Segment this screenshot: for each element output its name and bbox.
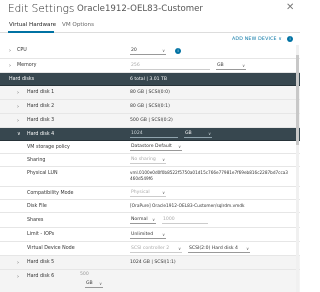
shares-label: Shares	[27, 218, 44, 223]
chevron-right-icon[interactable]: ›	[9, 48, 11, 54]
compatibility-label: Compatibility Mode	[27, 191, 74, 196]
memory-label: Memory	[17, 63, 37, 68]
hard-disk-4-size-input[interactable]: 1024	[130, 130, 178, 138]
cpu-label: CPU	[17, 48, 27, 53]
chevron-right-icon[interactable]: ›	[17, 104, 19, 110]
disk-file-row: Disk File [OraPure] Oracle1912-OEL83-Cus…	[0, 200, 300, 213]
chevron-right-icon[interactable]: ›	[17, 274, 19, 280]
scrollbar[interactable]	[296, 45, 299, 292]
hard-disk-4-unit-select[interactable]: GB ∨	[184, 130, 212, 138]
info-icon[interactable]: i	[287, 36, 293, 42]
compatibility-select[interactable]: Physical ∨	[130, 189, 166, 197]
memory-row: › Memory 256 GB ∨	[0, 59, 300, 73]
hard-disks-summary-row: Hard disks 6 total | 3.01 TB	[0, 73, 300, 86]
add-new-device-button[interactable]: ADD NEW DEVICE ∨	[232, 37, 282, 42]
chevron-down-icon[interactable]: ∨	[17, 131, 21, 137]
physical-lun-row: Physical LUN vml.0100e0d0f0b8522f5750a01…	[0, 167, 300, 187]
cpu-select[interactable]: 20 ∨	[130, 47, 166, 55]
physical-lun-label: Physical LUN	[27, 171, 58, 176]
virtual-device-node-row: Virtual Device Node SCSI controller 2 ∨ S…	[0, 242, 300, 256]
close-icon[interactable]: ✕	[286, 2, 294, 13]
storage-policy-select[interactable]: Datastore Default ∨	[130, 143, 182, 151]
hard-disk-6-row[interactable]: › Hard disk 6 500 GB ∨	[0, 270, 300, 292]
chevron-right-icon[interactable]: ›	[17, 90, 19, 96]
hard-disk-summary: 1024 GB | SCSI(1:1)	[130, 260, 176, 265]
virtual-device-node-label: Virtual Device Node	[27, 246, 75, 251]
disk-file-label: Disk File	[27, 204, 47, 209]
hard-disk-6-size[interactable]: 500	[80, 272, 89, 277]
shares-row: Shares Normal ∨ 1000	[0, 213, 300, 228]
disk-file-value: [OraPure] Oracle1912-OEL83-Customer/sqlr…	[130, 204, 245, 209]
cpu-row: › CPU 20 ∨ i	[0, 44, 300, 59]
info-icon[interactable]: i	[175, 48, 181, 54]
shares-select[interactable]: Normal ∨	[130, 216, 156, 224]
shares-number-input[interactable]: 1000	[162, 216, 208, 224]
hard-disk-4-row[interactable]: ∨ Hard disk 4 1024 GB ∨	[0, 128, 300, 141]
tab-bar: Virtual Hardware VM Options	[0, 19, 300, 33]
hard-disk-6-unit-select[interactable]: GB ∨	[85, 280, 103, 288]
tab-virtual-hardware[interactable]: Virtual Hardware	[9, 22, 56, 28]
storage-policy-row: VM storage policy Datastore Default ∨	[0, 141, 300, 154]
chevron-right-icon[interactable]: ›	[17, 118, 19, 124]
hard-disk-label: Hard disk 1	[27, 90, 55, 95]
hard-disk-label: Hard disk 4	[27, 132, 55, 137]
device-slot-select[interactable]: SCSI(2:0) Hard disk 4 ∨	[188, 245, 250, 253]
chevron-down-icon: ∨	[278, 37, 283, 42]
active-tab-indicator	[8, 31, 54, 33]
hard-disk-2-row[interactable]: › Hard disk 2 80 GB | SCSI(0:1)	[0, 100, 300, 114]
sharing-row: Sharing No sharing ∨	[0, 154, 300, 167]
dialog-header: Edit Settings Oracle1912-OEL83-Customer …	[0, 0, 300, 19]
scrollbar-thumb[interactable]	[296, 55, 299, 145]
hard-disk-label: Hard disk 5	[27, 260, 55, 265]
tab-vm-options[interactable]: VM Options	[62, 22, 94, 28]
hard-disk-label: Hard disk 6	[27, 274, 55, 279]
hard-disk-1-row[interactable]: › Hard disk 1 80 GB | SCSI(0:0)	[0, 86, 300, 100]
hard-disk-5-row[interactable]: › Hard disk 5 1024 GB | SCSI(1:1)	[0, 256, 300, 270]
hard-disk-label: Hard disk 2	[27, 104, 55, 109]
controller-select[interactable]: SCSI controller 2 ∨	[130, 245, 182, 253]
limit-iops-select[interactable]: Unlimited ∨	[130, 231, 166, 239]
physical-lun-value: vml.0100e0d0f0b8522f5750a01d15c766e77981…	[130, 170, 288, 181]
hard-disk-summary: 80 GB | SCSI(0:1)	[130, 104, 170, 109]
chevron-right-icon[interactable]: ›	[9, 63, 11, 69]
hard-disks-label: Hard disks	[9, 77, 35, 82]
hard-disk-3-row[interactable]: › Hard disk 3 500 GB | SCSI(0:2)	[0, 114, 300, 128]
hard-disk-label: Hard disk 3	[27, 118, 55, 123]
dialog-title: Edit Settings	[8, 3, 75, 15]
hard-disk-summary: 80 GB | SCSI(0:0)	[130, 90, 170, 95]
limit-iops-row: Limit - IOPs Unlimited ∨	[0, 228, 300, 242]
sharing-label: Sharing	[27, 158, 46, 163]
memory-unit-select[interactable]: GB ∨	[216, 62, 246, 70]
sharing-select[interactable]: No sharing ∨	[130, 156, 166, 164]
compatibility-row: Compatibility Mode Physical ∨	[0, 187, 300, 200]
storage-policy-label: VM storage policy	[27, 145, 70, 150]
vm-name: Oracle1912-OEL83-Customer	[77, 4, 203, 14]
hard-disks-total: 6 total | 3.01 TB	[130, 77, 168, 82]
chevron-right-icon[interactable]: ›	[17, 260, 19, 266]
limit-iops-label: Limit - IOPs	[27, 232, 55, 237]
memory-input[interactable]: 256	[130, 62, 210, 70]
hard-disk-summary: 500 GB | SCSI(0:2)	[130, 118, 173, 123]
